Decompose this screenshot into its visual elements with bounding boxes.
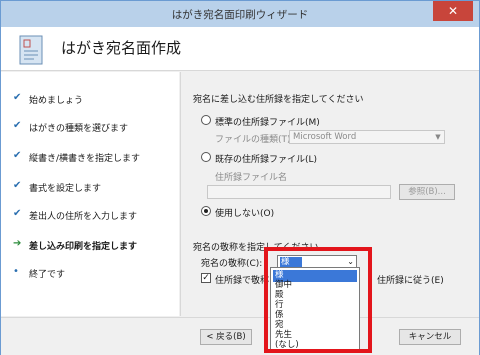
title-bar: はがき宛名面印刷ウィザード ✕ [1, 1, 479, 27]
checkmark-icon: ✔ [13, 208, 22, 219]
step-mail-merge: ➔ 差し込み印刷を指定します [13, 238, 179, 254]
cancel-button[interactable]: キャンセル [399, 329, 461, 345]
back-button[interactable]: < 戻る(B) [200, 329, 252, 345]
checkmark-icon: ✔ [13, 120, 22, 131]
chevron-down-icon: ▼ [435, 133, 441, 141]
follow-address-book-checkbox[interactable]: ✓ [201, 273, 211, 283]
step-label: 差出人の住所を入力します [29, 212, 138, 222]
step-label: 始めましょう [29, 96, 84, 106]
radio-existing-address[interactable] [201, 152, 211, 162]
radio-standard-address[interactable] [201, 115, 211, 125]
window-title: はがき宛名面印刷ウィザード [171, 9, 309, 21]
wizard-header: はがき宛名面作成 [1, 27, 479, 71]
wizard-steps: ✔ 始めましょう ✔ はがきの種類を選びます ✔ 縦書き/横書きを指定します ✔… [1, 72, 179, 316]
postcard-icon [19, 35, 43, 65]
step-orientation: ✔ 縦書き/横書きを指定します [13, 150, 179, 166]
checkbox-label-right: 住所録に従う(E) [377, 276, 444, 286]
arrow-right-icon: ➔ [13, 238, 22, 249]
step-format: ✔ 書式を設定します [13, 180, 179, 196]
file-type-value: Microsoft Word [293, 132, 357, 142]
checkmark-icon: ✔ [13, 180, 22, 191]
file-name-input[interactable] [207, 185, 391, 199]
radio-none[interactable] [201, 206, 211, 216]
wizard-window: はがき宛名面印刷ウィザード ✕ はがき宛名面作成 ✔ 始めましょう ✔ はがきの… [0, 0, 480, 355]
file-type-label: ファイルの種類(T): [215, 135, 294, 145]
annotation-highlight-box [264, 247, 372, 353]
bullet-icon: • [13, 266, 19, 277]
file-name-label: 住所録ファイル名 [215, 173, 288, 183]
address-heading: 宛名に差し込む住所録を指定してください [193, 95, 364, 105]
step-label: 差し込み印刷を指定します [29, 242, 138, 252]
radio-existing-label: 既存の住所録ファイル(L) [215, 155, 318, 165]
step-label: 書式を設定します [29, 184, 102, 194]
honorific-label: 宛名の敬称(C): [201, 259, 263, 269]
step-postcard-type: ✔ はがきの種類を選びます [13, 120, 179, 136]
step-label: 縦書き/横書きを指定します [29, 154, 141, 164]
radio-none-label: 使用しない(O) [215, 209, 275, 219]
radio-standard-label: 標準の住所録ファイル(M) [215, 118, 320, 128]
wizard-footer: < 戻る(B) キャンセル [1, 317, 479, 355]
checkmark-icon: ✔ [13, 150, 22, 161]
file-type-select[interactable]: Microsoft Word ▼ [289, 130, 445, 144]
step-finish: • 終了です [13, 266, 179, 282]
checkbox-label-left: 住所録で敬称 [215, 276, 270, 286]
browse-button[interactable]: 参照(B)... [399, 184, 455, 200]
close-button[interactable]: ✕ [433, 1, 473, 21]
step-sender-address: ✔ 差出人の住所を入力します [13, 208, 179, 224]
step-label: はがきの種類を選びます [29, 124, 129, 134]
checkmark-icon: ✔ [13, 92, 22, 103]
step-start: ✔ 始めましょう [13, 92, 179, 108]
page-title: はがき宛名面作成 [61, 39, 182, 57]
step-label: 終了です [29, 270, 66, 280]
